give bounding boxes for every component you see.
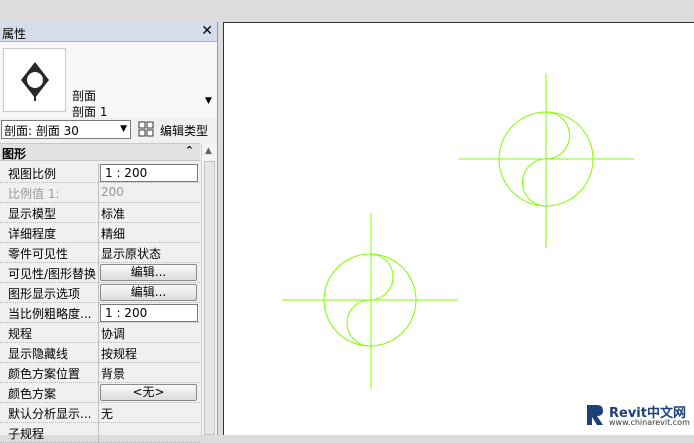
- column-divider: [98, 203, 99, 223]
- section-symbols: [282, 73, 634, 389]
- property-edit-button[interactable]: 编辑...: [100, 284, 197, 301]
- column-divider: [98, 183, 99, 203]
- column-divider: [98, 163, 99, 183]
- property-name: 视图比例: [8, 167, 57, 181]
- collapse-icon[interactable]: ⌃: [185, 144, 194, 157]
- property-name: 颜色方案: [8, 387, 57, 401]
- property-name: 比例值 1:: [8, 187, 60, 201]
- watermark-url: www.chinarevit.com: [609, 418, 690, 427]
- scroll-up-icon[interactable]: ▲: [205, 146, 212, 156]
- property-row[interactable]: 颜色方案位置 背景: [0, 363, 200, 383]
- property-name: 显示隐藏线: [8, 347, 69, 361]
- type-family-label: 剖面: [72, 89, 97, 103]
- column-divider: [98, 363, 99, 383]
- property-row[interactable]: 颜色方案 <无>: [0, 383, 200, 403]
- column-divider: [98, 383, 99, 403]
- properties-panel: 属性 ✕ 剖面 剖面 1 ▼ 剖面: 剖面 30 ▼ 编辑类型 图形 ⌃ 视图比…: [0, 22, 218, 443]
- properties-scrollbar[interactable]: ▲: [201, 143, 217, 435]
- property-value-field[interactable]: 1 : 200: [100, 164, 198, 182]
- property-value[interactable]: 按规程: [101, 345, 137, 362]
- properties-title-bar: 属性 ✕: [0, 22, 217, 42]
- property-row[interactable]: 零件可见性 显示原状态: [0, 243, 200, 263]
- instance-row: 剖面: 剖面 30 ▼ 编辑类型: [0, 118, 217, 142]
- property-edit-button[interactable]: 编辑...: [100, 264, 197, 281]
- property-name: 默认分析显示...: [8, 407, 92, 421]
- property-name: 颜色方案位置: [8, 367, 81, 381]
- property-edit-button[interactable]: <无>: [100, 384, 197, 401]
- column-divider: [98, 323, 99, 343]
- column-divider: [98, 423, 99, 443]
- property-value[interactable]: 协调: [101, 325, 125, 342]
- property-value: 1 : 200: [105, 306, 148, 320]
- column-divider: [98, 343, 99, 363]
- property-name: 规程: [8, 327, 33, 341]
- revit-logo-icon: [587, 405, 603, 425]
- drawing-canvas[interactable]: [223, 22, 694, 435]
- property-name: 当比例粗略度...: [8, 307, 92, 321]
- property-row[interactable]: 规程 协调: [0, 323, 200, 343]
- property-value: 200: [101, 185, 124, 199]
- property-row[interactable]: 图形显示选项 编辑...: [0, 283, 200, 303]
- section-symbol-upper[interactable]: [459, 73, 634, 248]
- property-row[interactable]: 默认分析显示... 无: [0, 403, 200, 423]
- properties-title: 属性: [2, 27, 27, 41]
- property-row[interactable]: 可见性/图形替换 编辑...: [0, 263, 200, 283]
- property-value[interactable]: 背景: [101, 365, 125, 382]
- property-value[interactable]: 显示原状态: [101, 245, 161, 262]
- property-name: 子规程: [8, 427, 45, 441]
- property-row[interactable]: 子规程: [0, 423, 200, 443]
- property-name: 显示模型: [8, 207, 57, 221]
- section-label: 图形: [2, 147, 27, 161]
- property-value[interactable]: 标准: [101, 205, 125, 222]
- column-divider: [98, 283, 99, 303]
- property-row[interactable]: 视图比例 1 : 200: [0, 163, 200, 183]
- column-divider: [98, 243, 99, 263]
- property-row[interactable]: 显示模型 标准: [0, 203, 200, 223]
- property-row[interactable]: 显示隐藏线 按规程: [0, 343, 200, 363]
- close-icon[interactable]: ✕: [201, 23, 213, 39]
- property-value[interactable]: 精细: [101, 225, 125, 242]
- graphics-section-header[interactable]: 图形 ⌃: [0, 143, 200, 161]
- property-row[interactable]: 详细程度 精细: [0, 223, 200, 243]
- property-value[interactable]: 无: [101, 405, 113, 422]
- title-bar: [0, 0, 694, 22]
- chevron-down-icon: ▼: [120, 124, 127, 134]
- instance-filter-dropdown[interactable]: 剖面: 剖面 30 ▼: [1, 120, 131, 139]
- property-name: 可见性/图形替换: [8, 267, 97, 281]
- property-name: 详细程度: [8, 227, 57, 241]
- property-name: 零件可见性: [8, 247, 69, 261]
- chevron-down-icon[interactable]: ▼: [205, 96, 212, 106]
- watermark-logo: Revit中文网 www.chinarevit.com: [585, 401, 690, 431]
- section-symbol-lower[interactable]: [282, 213, 458, 389]
- instance-filter-value: 剖面: 剖面 30: [4, 124, 79, 138]
- property-name: 图形显示选项: [8, 287, 81, 301]
- property-row[interactable]: 比例值 1: 200: [0, 183, 200, 203]
- property-row[interactable]: 当比例粗略度... 1 : 200: [0, 303, 200, 323]
- scrollbar-thumb[interactable]: [204, 161, 215, 435]
- column-divider: [98, 403, 99, 423]
- section-marker-icon: [21, 62, 49, 101]
- section-type-thumbnail: [3, 48, 66, 112]
- edit-type-icon[interactable]: [138, 121, 154, 137]
- edit-type-button[interactable]: 编辑类型: [160, 122, 208, 139]
- column-divider: [98, 263, 99, 283]
- column-divider: [98, 223, 99, 243]
- column-divider: [98, 303, 99, 323]
- property-value-field[interactable]: 1 : 200: [100, 304, 198, 322]
- property-value: 1 : 200: [105, 166, 148, 180]
